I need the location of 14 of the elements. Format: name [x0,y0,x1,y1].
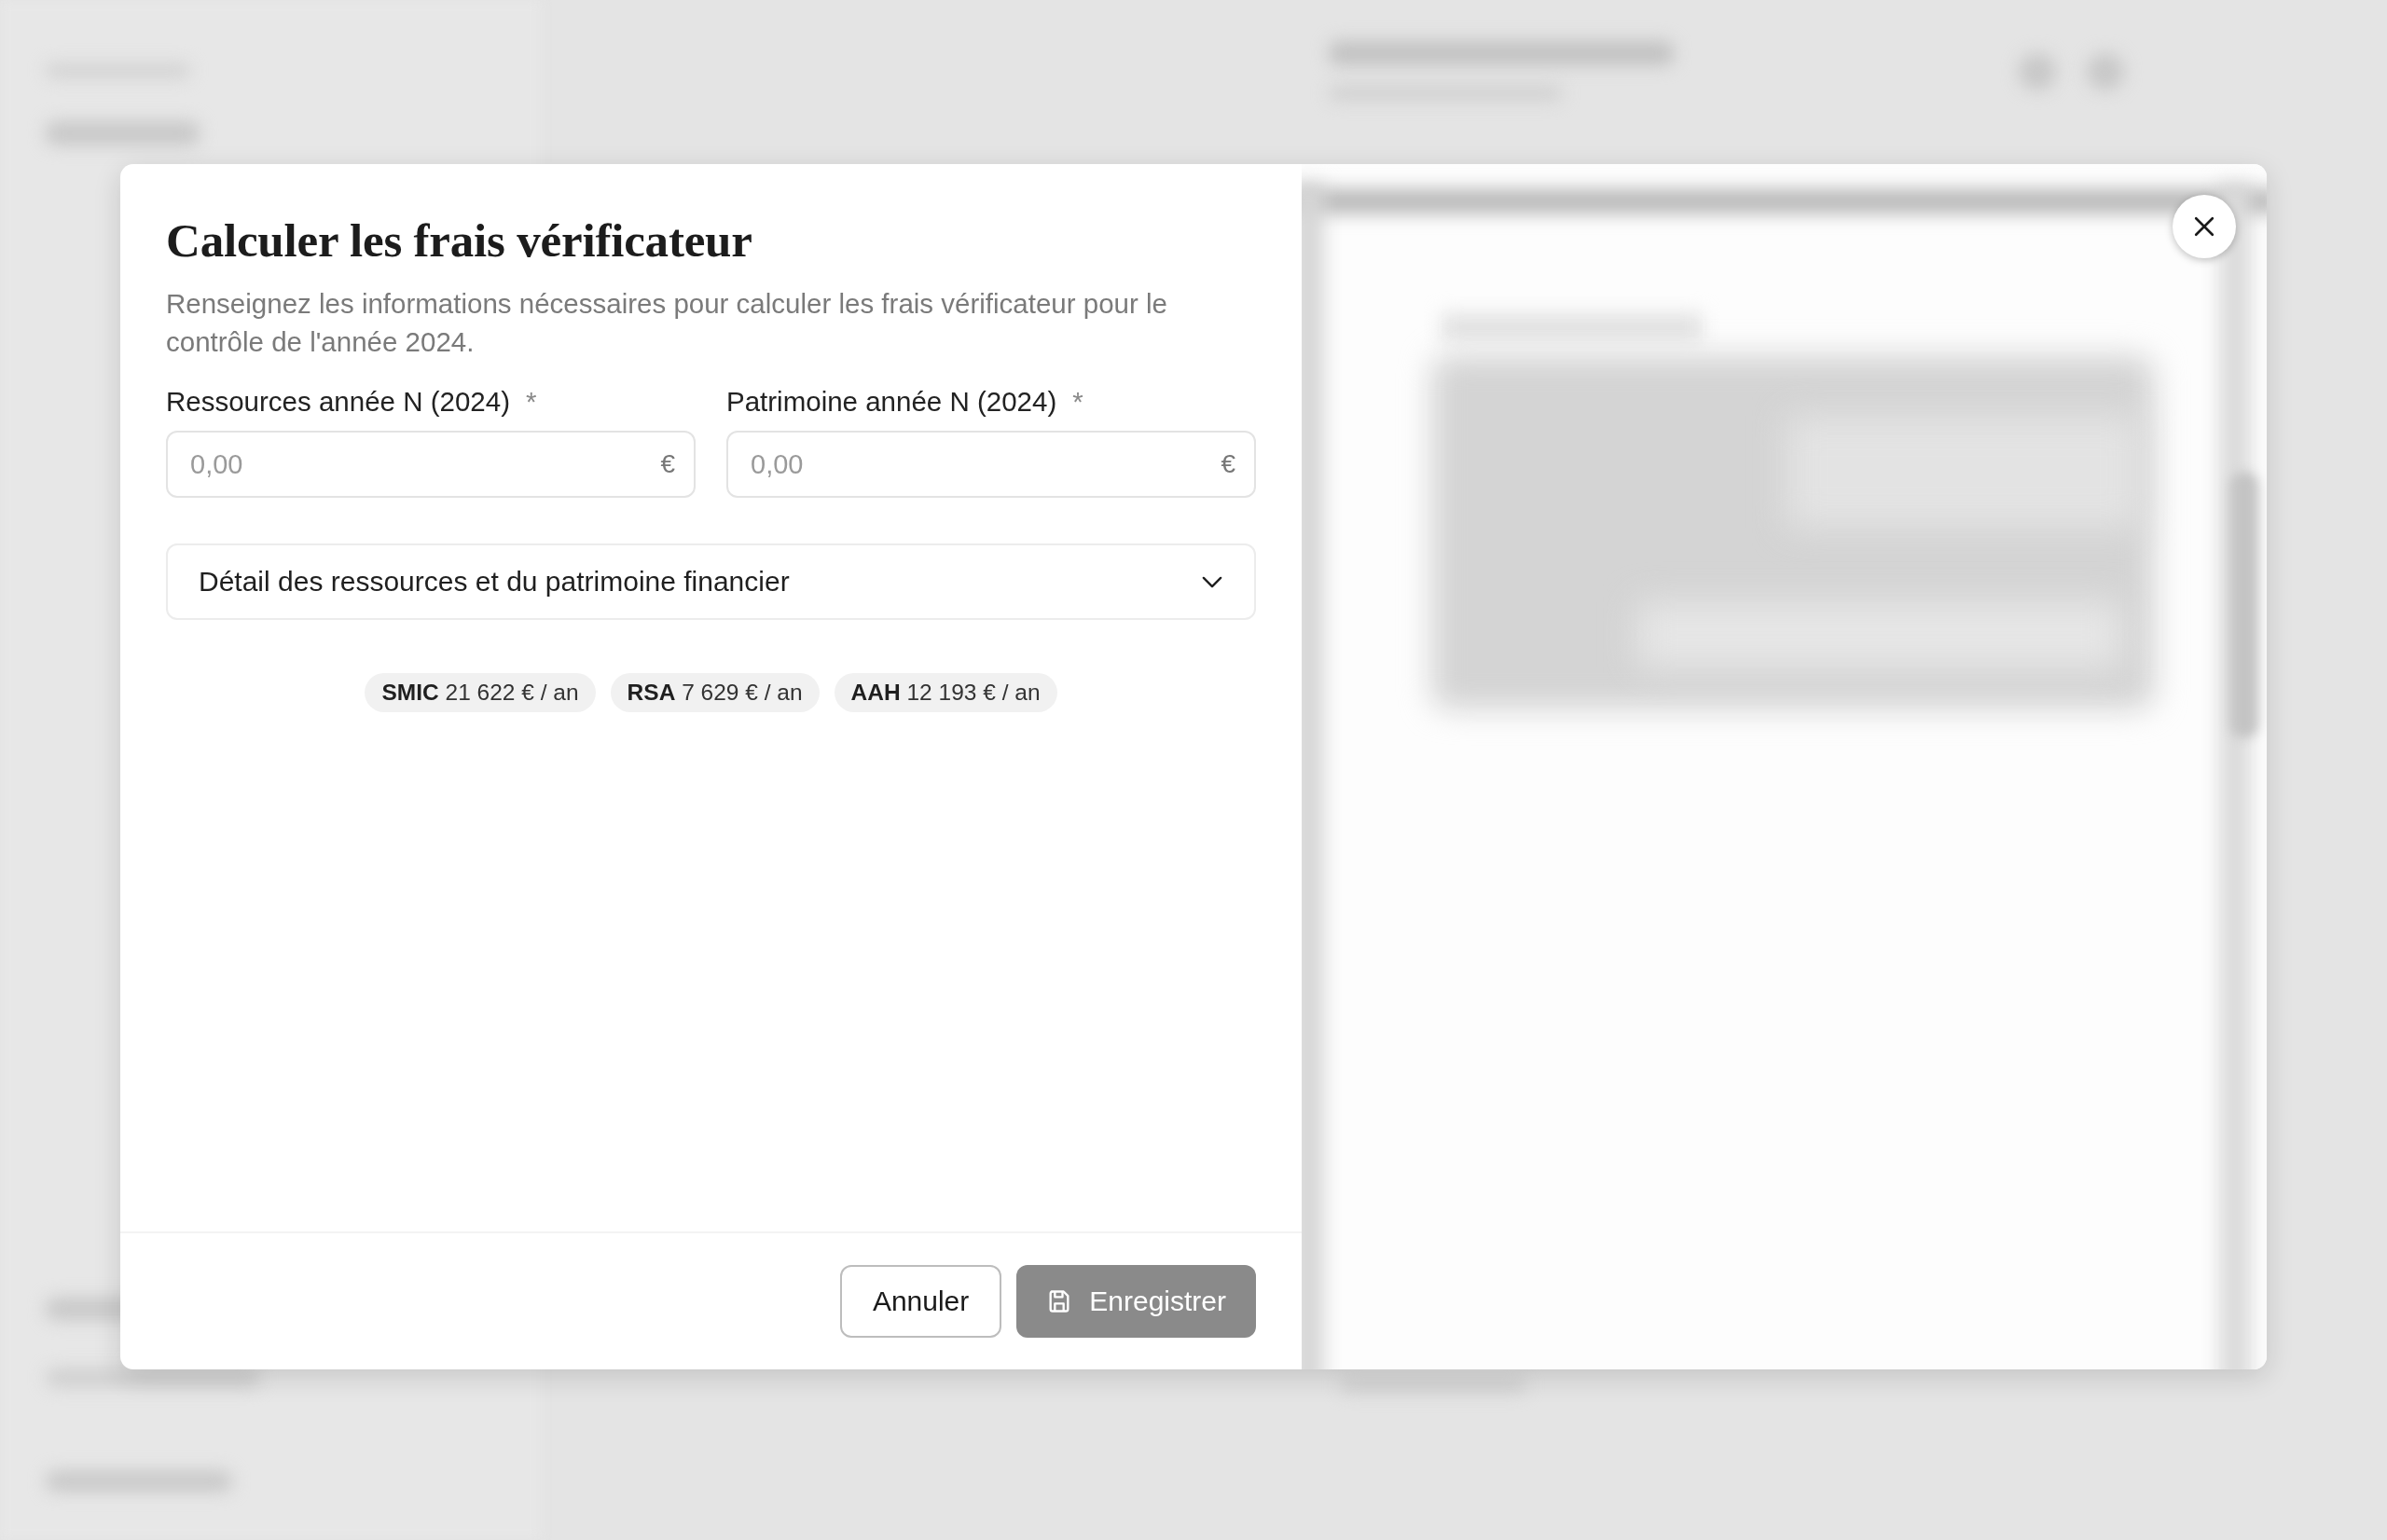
close-icon [2194,216,2215,237]
reference-rate-tag: AAH 12 193 € / an [834,673,1057,712]
required-asterisk: * [525,385,537,419]
field-label: Ressources année N (2024) [166,385,510,419]
dialog-title: Calculer les frais vérificateur [166,213,753,268]
reference-rate-tag: SMIC 21 622 € / an [365,673,596,712]
required-asterisk: * [1072,385,1083,419]
euro-unit: € [660,448,675,480]
details-accordion[interactable]: Détail des ressources et du patrimoine financier [166,543,1256,620]
cancel-button[interactable]: Annuler [839,1265,1002,1338]
dialog-description: Renseignez les informations nécessaires pour calculer les frais vérificateur pour le contrôle de l'année 2024. [166,287,1168,359]
reference-rate-tag: RSA 7 629 € / an [610,673,820,712]
field-label: Patrimoine année N (2024) [726,385,1057,419]
euro-unit: € [1221,448,1235,480]
